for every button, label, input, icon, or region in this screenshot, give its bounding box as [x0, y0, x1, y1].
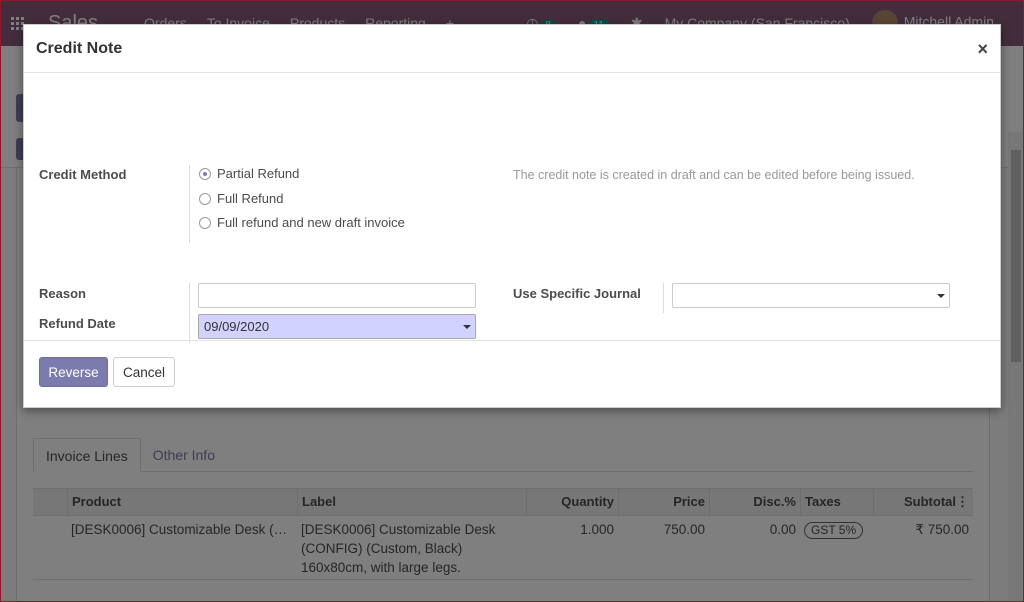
field-divider: [663, 283, 664, 313]
journal-select[interactable]: [672, 283, 950, 308]
reverse-button[interactable]: Reverse: [39, 357, 108, 387]
dialog-body: Credit Method Partial Refund Full Refund…: [24, 73, 1000, 343]
radio-label: Full Refund: [217, 191, 284, 206]
dialog-title: Credit Note: [36, 39, 123, 57]
chevron-down-icon[interactable]: [463, 325, 471, 329]
radio-button[interactable]: [199, 192, 211, 205]
chevron-down-icon[interactable]: [937, 294, 945, 298]
refund-date-label: Refund Date: [39, 316, 116, 331]
reason-label: Reason: [39, 286, 86, 301]
radio-button-checked[interactable]: [199, 167, 211, 180]
field-divider: [189, 165, 190, 243]
help-text: The credit note is created in draft and …: [513, 168, 915, 182]
close-icon[interactable]: ×: [977, 40, 988, 58]
radio-partial-refund[interactable]: Partial Refund: [199, 166, 299, 181]
credit-note-dialog: Credit Note × Credit Method Partial Refu…: [23, 24, 1001, 408]
credit-method-label: Credit Method: [39, 167, 127, 182]
radio-label: Partial Refund: [217, 166, 300, 181]
reason-input[interactable]: [198, 283, 476, 308]
radio-full-refund-new-draft[interactable]: Full refund and new draft invoice: [199, 215, 405, 230]
radio-full-refund[interactable]: Full Refund: [199, 191, 283, 206]
refund-date-input[interactable]: 09/09/2020: [198, 314, 476, 339]
radio-button[interactable]: [199, 216, 211, 229]
dialog-header: Credit Note ×: [24, 25, 1000, 73]
refund-date-value: 09/09/2020: [204, 319, 270, 334]
cancel-button[interactable]: Cancel: [113, 357, 175, 387]
field-divider: [189, 283, 190, 343]
journal-label: Use Specific Journal: [513, 286, 641, 301]
dialog-footer: Reverse Cancel: [24, 340, 1000, 408]
radio-label: Full refund and new draft invoice: [217, 215, 405, 230]
